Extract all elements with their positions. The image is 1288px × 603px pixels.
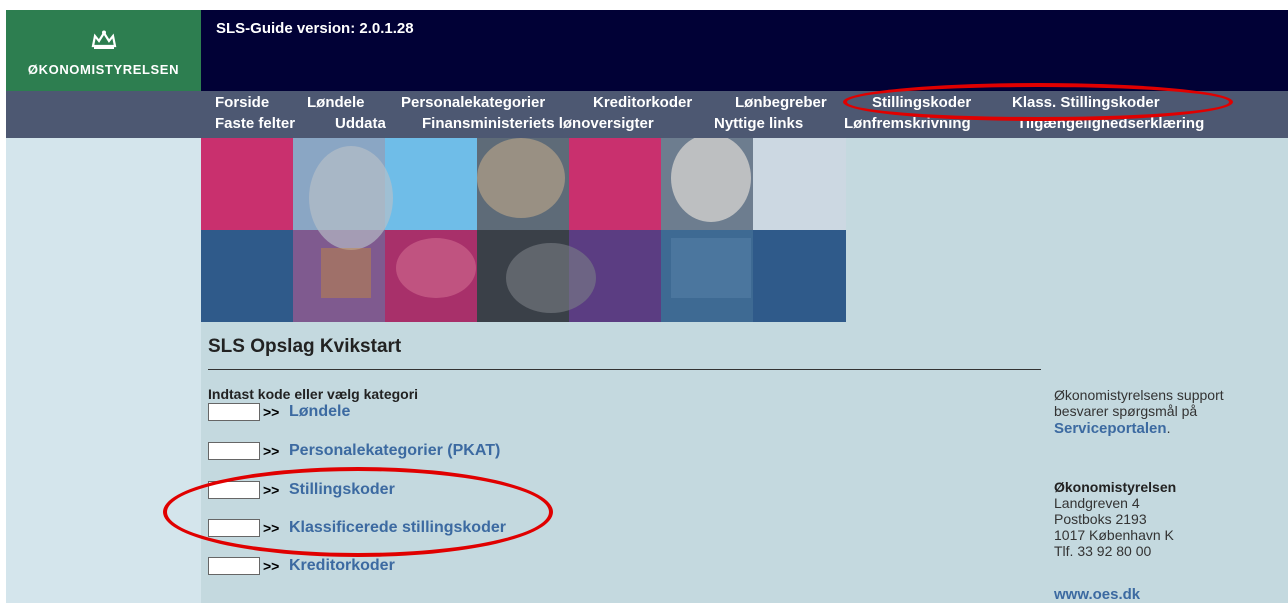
banner-image [201, 138, 846, 322]
org-name: Økonomistyrelsen [1054, 479, 1177, 495]
arrow-icon: >> [263, 482, 280, 498]
title-divider [208, 369, 1041, 370]
nav-klass-stillingskoder[interactable]: Klass. Stillingskoder [1012, 94, 1160, 111]
address-line: Landgreven 4 [1054, 495, 1140, 511]
klassificerede-link[interactable]: Klassificerede stillingskoder [289, 519, 506, 537]
pkat-link[interactable]: Personalekategorier (PKAT) [289, 442, 500, 460]
support-line-2: besvarer spørgsmål på [1054, 403, 1198, 419]
left-gutter [6, 138, 201, 603]
crown-icon [91, 30, 117, 49]
support-line-1: Økonomistyrelsens support [1054, 387, 1224, 403]
version-label: SLS-Guide version: 2.0.1.28 [216, 20, 414, 37]
page-title: SLS Opslag Kvikstart [208, 336, 402, 357]
logo[interactable]: ØKONOMISTYRELSEN [6, 10, 201, 91]
contact-info: Økonomistyrelsen Landgreven 4 Postboks 2… [1054, 479, 1176, 559]
nav-nyttige-links[interactable]: Nyttige links [714, 115, 803, 132]
nav-tilgaengelighedserklaering[interactable]: Tilgængelighedserklæring [1017, 115, 1204, 132]
loendele-link[interactable]: Løndele [289, 403, 350, 421]
nav-loenbegreber[interactable]: Lønbegreber [735, 94, 827, 111]
nav-stillingskoder[interactable]: Stillingskoder [872, 94, 971, 111]
input-prompt: Indtast kode eller vælg kategori [208, 386, 419, 402]
logo-text: ØKONOMISTYRELSEN [27, 62, 180, 77]
nav-forside[interactable]: Forside [215, 94, 269, 111]
kreditorkoder-link[interactable]: Kreditorkoder [289, 557, 395, 575]
header: SLS-Guide version: 2.0.1.28 [201, 10, 1288, 91]
phone-line: Tlf. 33 92 80 00 [1054, 543, 1152, 559]
nav-loendele[interactable]: Løndele [307, 94, 365, 111]
nav-personalekategorier[interactable]: Personalekategorier [401, 94, 545, 111]
stillingskoder-link[interactable]: Stillingskoder [289, 481, 395, 499]
arrow-icon: >> [263, 404, 280, 420]
arrow-icon: >> [263, 520, 280, 536]
support-period: . [1166, 420, 1171, 436]
pkat-code-input[interactable] [208, 442, 260, 460]
nav-uddata[interactable]: Uddata [335, 115, 386, 132]
support-info: Økonomistyrelsens support besvarer spørg… [1054, 387, 1224, 437]
website-wrap: www.oes.dk [1054, 586, 1140, 603]
kreditorkoder-code-input[interactable] [208, 557, 260, 575]
address-line: 1017 København K [1054, 527, 1174, 543]
nav-faste-felter[interactable]: Faste felter [215, 115, 295, 132]
top-strip [0, 0, 1288, 10]
stillingskoder-code-input[interactable] [208, 481, 260, 499]
klassificerede-code-input[interactable] [208, 519, 260, 537]
main-content: SLS Opslag Kvikstart Indtast kode eller … [201, 138, 1288, 603]
arrow-icon: >> [263, 443, 280, 459]
nav-finansministeriets-loenoversigter[interactable]: Finansministeriets lønoversigter [422, 115, 654, 132]
loendele-code-input[interactable] [208, 403, 260, 421]
nav-loenfremskrivning[interactable]: Lønfremskrivning [844, 115, 971, 132]
nav-kreditorkoder[interactable]: Kreditorkoder [593, 94, 692, 111]
address-line: Postboks 2193 [1054, 511, 1147, 527]
arrow-icon: >> [263, 558, 280, 574]
serviceportalen-link[interactable]: Serviceportalen [1054, 420, 1167, 437]
website-link[interactable]: www.oes.dk [1054, 586, 1140, 603]
nav-bar: Forside Løndele Personalekategorier Kred… [6, 91, 1288, 138]
